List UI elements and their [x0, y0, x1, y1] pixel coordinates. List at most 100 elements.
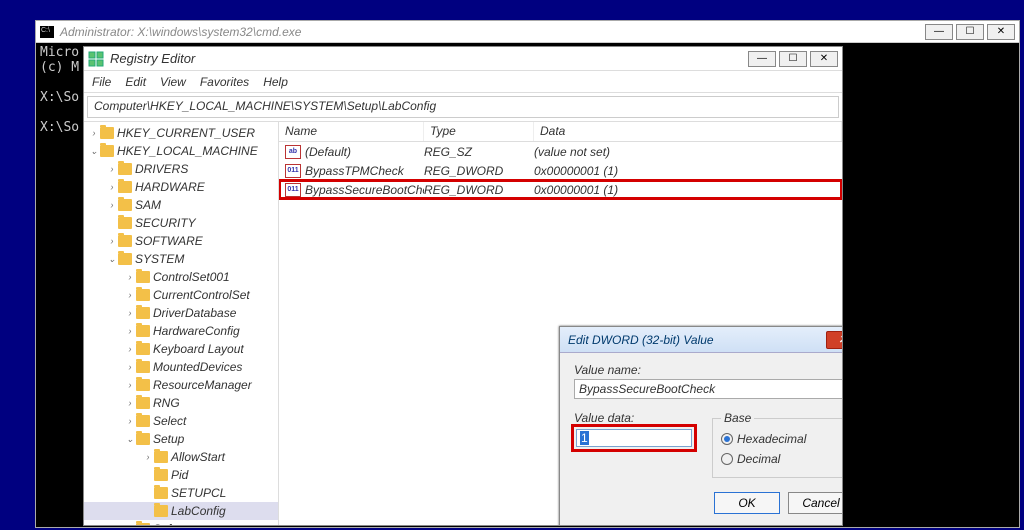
folder-icon	[118, 217, 132, 229]
cmd-close-button[interactable]: ✕	[987, 24, 1015, 40]
dialog-close-button[interactable]: ✕	[826, 331, 842, 349]
chevron-down-icon[interactable]: ⌄	[88, 146, 100, 157]
folder-icon	[154, 505, 168, 517]
tree-item-label: RNG	[153, 396, 180, 410]
tree-item[interactable]: ›Software	[84, 520, 278, 525]
tree-item[interactable]: ›AllowStart	[84, 448, 278, 466]
tree-item[interactable]: ›SOFTWARE	[84, 232, 278, 250]
value-row[interactable]: 011BypassTPMCheckREG_DWORD0x00000001 (1)	[279, 161, 842, 180]
dialog-titlebar[interactable]: Edit DWORD (32-bit) Value ✕	[560, 327, 842, 353]
tree-item[interactable]: LabConfig	[84, 502, 278, 520]
tree-item[interactable]: › ControlSet001	[84, 268, 278, 286]
values-header[interactable]: Name Type Data	[279, 122, 842, 142]
chevron-down-icon[interactable]: ⌄	[124, 434, 136, 445]
chevron-right-icon[interactable]: ›	[88, 128, 100, 138]
menu-edit[interactable]: Edit	[125, 75, 146, 89]
tree-item[interactable]: ›HARDWARE	[84, 178, 278, 196]
value-row[interactable]: ab(Default)REG_SZ(value not set)	[279, 142, 842, 161]
tree-item-label: DRIVERS	[135, 162, 188, 176]
tree-item-label: HKEY_LOCAL_MACHINE	[117, 144, 258, 158]
tree-item[interactable]: SECURITY	[84, 214, 278, 232]
tree-item[interactable]: › DRIVERS	[84, 160, 278, 178]
cmd-maximize-button[interactable]: ☐	[956, 24, 984, 40]
radio-decimal[interactable]: Decimal	[721, 449, 842, 469]
regedit-titlebar[interactable]: Registry Editor — ☐ ✕	[84, 47, 842, 71]
tree-item-label: DriverDatabase	[153, 306, 236, 320]
tree-item[interactable]: SETUPCL	[84, 484, 278, 502]
regedit-values-pane[interactable]: Name Type Data ab(Default)REG_SZ(value n…	[279, 122, 842, 525]
menu-help[interactable]: Help	[263, 75, 288, 89]
menu-file[interactable]: File	[92, 75, 111, 89]
cmd-titlebar[interactable]: Administrator: X:\windows\system32\cmd.e…	[36, 21, 1019, 43]
value-data-label: Value data:	[574, 411, 694, 425]
tree-item[interactable]: ›ResourceManager	[84, 376, 278, 394]
regedit-minimize-button[interactable]: —	[748, 51, 776, 67]
regedit-tree[interactable]: › HKEY_CURRENT_USER ⌄ HKEY_LOCAL_MACHINE › DR…	[84, 122, 279, 525]
tree-item[interactable]: › HKEY_CURRENT_USER	[84, 124, 278, 142]
folder-icon	[136, 343, 150, 355]
tree-item[interactable]: › DriverDatabase	[84, 304, 278, 322]
folder-icon	[154, 469, 168, 481]
cancel-button[interactable]: Cancel	[788, 492, 842, 514]
folder-icon	[100, 145, 114, 157]
value-data: (value not set)	[534, 145, 842, 159]
chevron-right-icon[interactable]: ›	[124, 362, 136, 372]
cmd-icon	[40, 26, 54, 38]
value-data-field[interactable]: 1	[576, 429, 692, 447]
chevron-right-icon[interactable]: ›	[124, 326, 136, 336]
col-name[interactable]: Name	[279, 122, 424, 141]
radio-icon	[721, 453, 733, 465]
folder-icon	[118, 253, 132, 265]
chevron-right-icon[interactable]: ›	[124, 524, 136, 525]
tree-item[interactable]: › SAM	[84, 196, 278, 214]
tree-item[interactable]: › Keyboard Layout	[84, 340, 278, 358]
folder-icon	[136, 289, 150, 301]
tree-item[interactable]: › RNG	[84, 394, 278, 412]
regedit-close-button[interactable]: ✕	[810, 51, 838, 67]
chevron-right-icon[interactable]: ›	[106, 164, 118, 174]
tree-item[interactable]: › HardwareConfig	[84, 322, 278, 340]
value-data-highlight: 1	[574, 427, 694, 449]
chevron-right-icon[interactable]: ›	[124, 272, 136, 282]
radio-hexadecimal[interactable]: Hexadecimal	[721, 429, 842, 449]
value-row[interactable]: 011BypassSecureBootCheckREG_DWORD0x00000…	[279, 180, 842, 199]
chevron-right-icon[interactable]: ›	[142, 452, 154, 462]
menu-view[interactable]: View	[160, 75, 186, 89]
chevron-down-icon[interactable]: ⌄	[106, 254, 118, 265]
folder-icon	[136, 523, 150, 525]
value-name-field[interactable]	[574, 379, 842, 399]
regedit-maximize-button[interactable]: ☐	[779, 51, 807, 67]
tree-item[interactable]: ›Select	[84, 412, 278, 430]
folder-icon	[118, 181, 132, 193]
chevron-right-icon[interactable]: ›	[124, 398, 136, 408]
tree-item-label: ControlSet001	[153, 270, 230, 284]
tree-item-label: SAM	[135, 198, 161, 212]
tree-item[interactable]: › MountedDevices	[84, 358, 278, 376]
chevron-right-icon[interactable]: ›	[124, 308, 136, 318]
chevron-right-icon[interactable]: ›	[106, 182, 118, 192]
tree-item-label: MountedDevices	[153, 360, 242, 374]
tree-item-label: Keyboard Layout	[153, 342, 244, 356]
col-data[interactable]: Data	[534, 122, 842, 141]
tree-item[interactable]: ⌄Setup	[84, 430, 278, 448]
cmd-minimize-button[interactable]: —	[925, 24, 953, 40]
tree-item-label: SETUPCL	[171, 486, 226, 500]
chevron-right-icon[interactable]: ›	[106, 236, 118, 246]
tree-item[interactable]: Pid	[84, 466, 278, 484]
tree-item[interactable]: ⌄ HKEY_LOCAL_MACHINE	[84, 142, 278, 160]
folder-icon	[154, 487, 168, 499]
chevron-right-icon[interactable]: ›	[124, 380, 136, 390]
menu-favorites[interactable]: Favorites	[200, 75, 249, 89]
chevron-right-icon[interactable]: ›	[124, 344, 136, 354]
col-type[interactable]: Type	[424, 122, 534, 141]
ok-button[interactable]: OK	[714, 492, 780, 514]
tree-item-label: HardwareConfig	[153, 324, 240, 338]
tree-item[interactable]: ›CurrentControlSet	[84, 286, 278, 304]
tree-item-label: HKEY_CURRENT_USER	[117, 126, 255, 140]
chevron-right-icon[interactable]: ›	[124, 416, 136, 426]
chevron-right-icon[interactable]: ›	[124, 290, 136, 300]
regedit-path-bar[interactable]: Computer\HKEY_LOCAL_MACHINE\SYSTEM\Setup…	[87, 96, 839, 118]
dialog-title: Edit DWORD (32-bit) Value	[568, 333, 714, 347]
tree-item[interactable]: ⌄SYSTEM	[84, 250, 278, 268]
chevron-right-icon[interactable]: ›	[106, 200, 118, 210]
